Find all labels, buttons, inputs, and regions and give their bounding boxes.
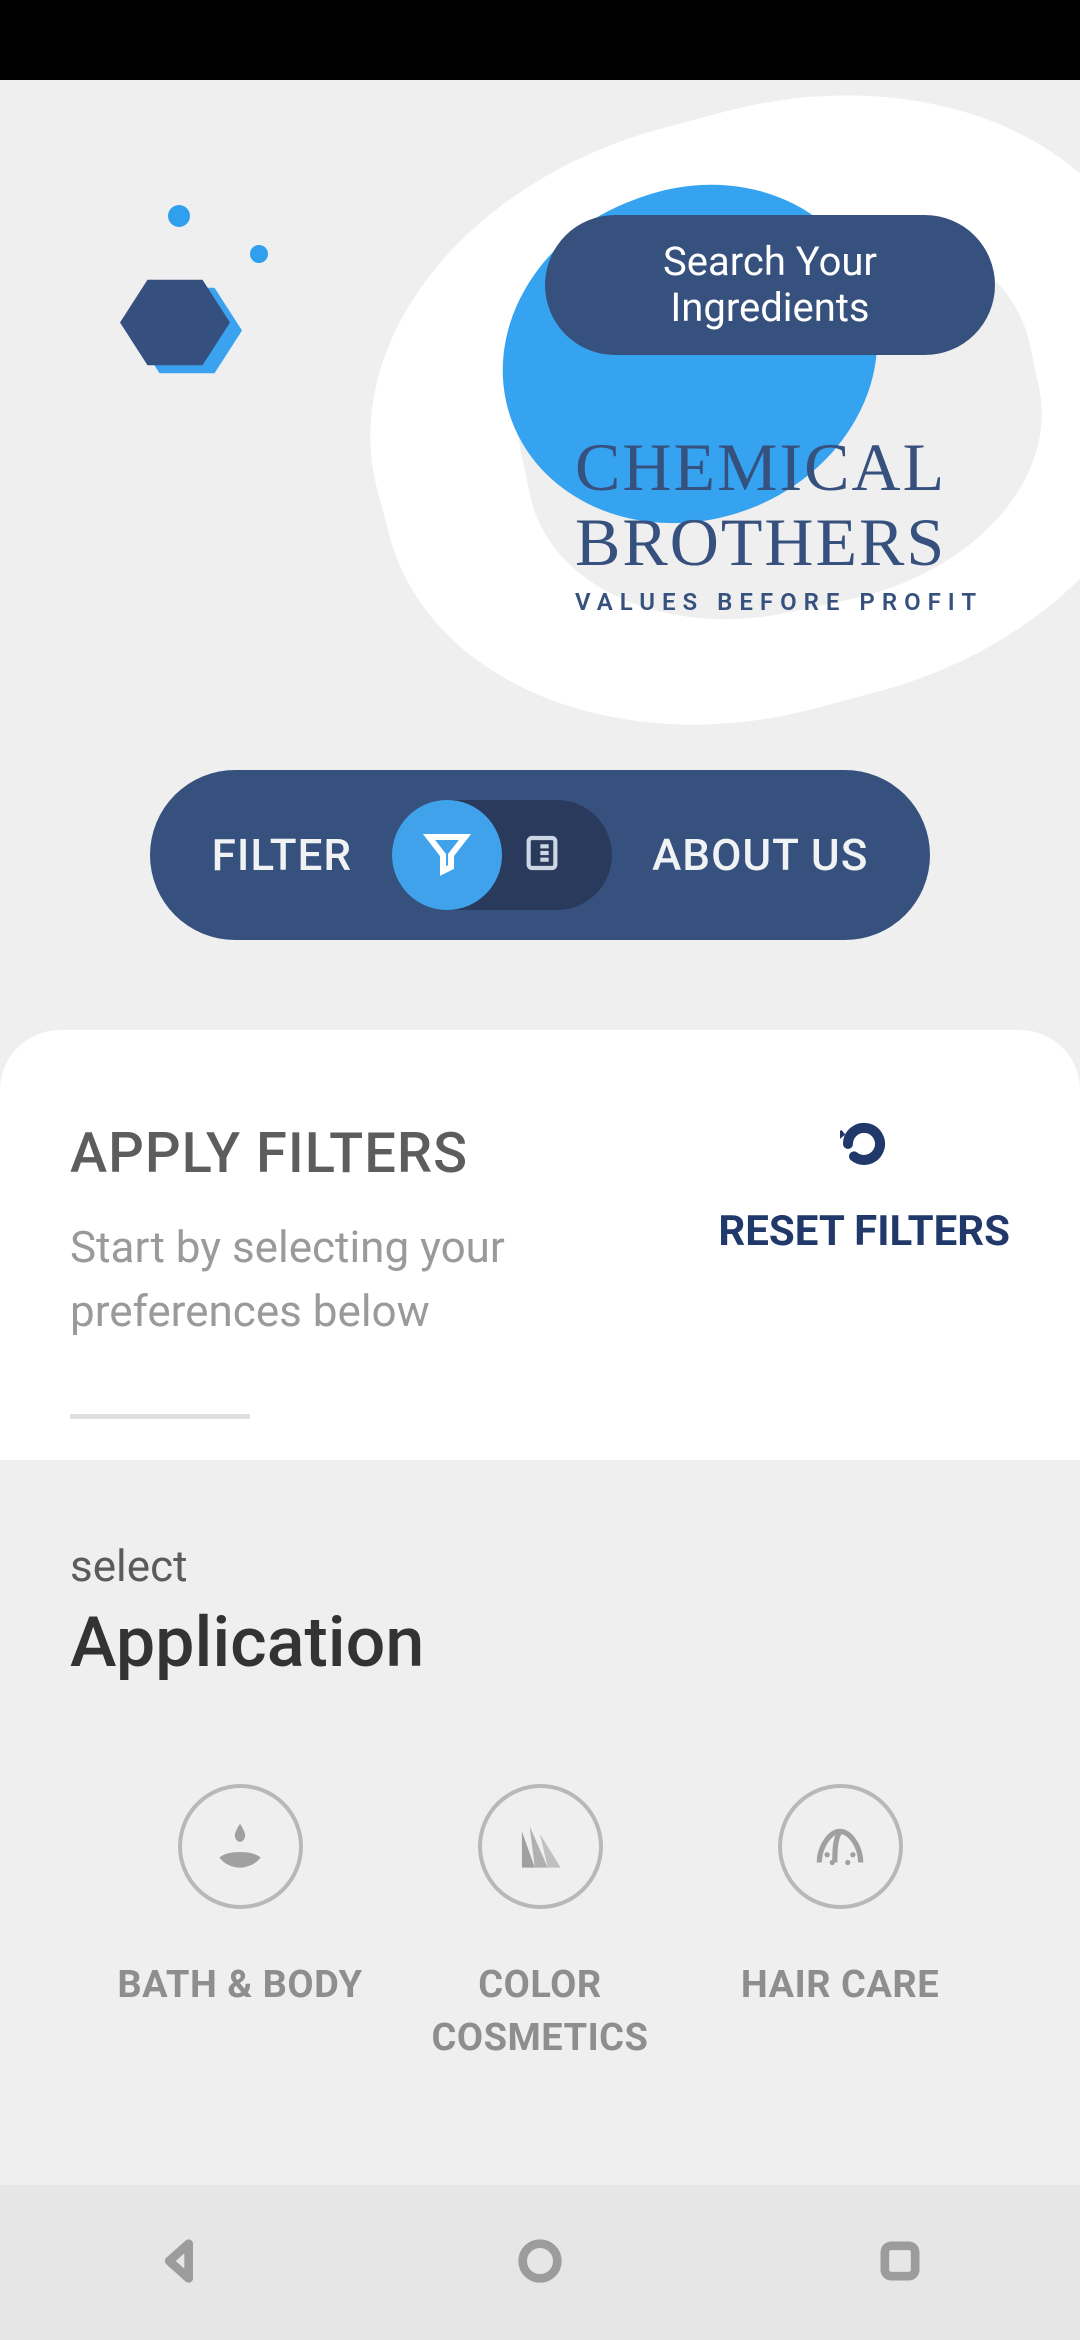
hair-scalp-icon [778,1784,903,1909]
toggle-track [392,800,612,910]
reset-filters-label: RESET FILTERS [718,1202,1010,1263]
apply-filters-card: APPLY FILTERS Start by selecting your pr… [0,1030,1080,1460]
application-option-label: BATH & BODY [90,1959,390,2012]
application-panel: select Application BATH & BODY COLOR COS… [0,1460,1080,2125]
list-document-icon [522,833,562,877]
brand-logo [120,195,260,375]
back-icon[interactable] [154,2235,206,2291]
logo-dot-icon [168,205,190,227]
about-mode-label: ABOUT US [652,829,868,881]
reset-icon [840,1153,888,1172]
status-bar [0,0,1080,80]
header-area: Search Your Ingredients CHEMICAL BROTHER… [0,80,1080,770]
system-nav-bar [0,2185,1080,2340]
application-grid: BATH & BODY COLOR COSMETICS HAIR CARE [70,1784,1010,2065]
apply-filters-description: Start by selecting your preferences belo… [70,1216,590,1344]
application-option-label: HAIR CARE [690,1959,990,2012]
logo-dot-icon [250,245,268,263]
select-label: select [70,1540,1010,1592]
application-option-bath-body[interactable]: BATH & BODY [90,1784,390,2065]
search-ingredients-button[interactable]: Search Your Ingredients [545,215,995,355]
recent-apps-icon[interactable] [874,2235,926,2291]
application-option-color-cosmetics[interactable]: COLOR COSMETICS [390,1784,690,2065]
filter-mode-label: FILTER [212,829,352,881]
divider [70,1414,250,1419]
application-option-hair-care[interactable]: HAIR CARE [690,1784,990,2065]
palette-icon [478,1784,603,1909]
home-icon[interactable] [514,2235,566,2291]
apply-filters-title: APPLY FILTERS [70,1120,590,1186]
brand-block: CHEMICAL BROTHERS VALUES BEFORE PROFIT [575,430,983,616]
filter-about-toggle[interactable]: FILTER ABOUT US [150,770,930,940]
reset-filters-button[interactable]: RESET FILTERS [718,1120,1010,1263]
filter-funnel-icon [423,829,471,881]
brand-tagline: VALUES BEFORE PROFIT [575,588,983,616]
application-title: Application [70,1602,1010,1684]
search-ingredients-label: Search Your Ingredients [575,239,965,331]
brand-name-line2: BROTHERS [575,505,983,580]
brand-name-line1: CHEMICAL [575,430,983,505]
hand-drop-icon [178,1784,303,1909]
toggle-knob[interactable] [392,800,502,910]
application-option-label: COLOR COSMETICS [390,1959,690,2065]
